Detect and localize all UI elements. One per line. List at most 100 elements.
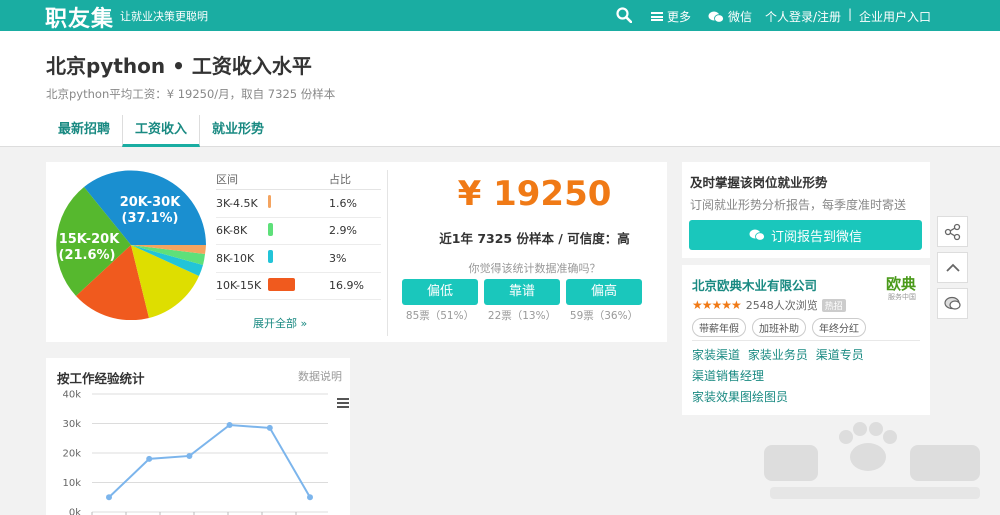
row-range: 6K-8K [216,224,248,238]
page-header: 北京python • 工资收入水平 北京python平均工资：¥ 19250/月… [0,31,1000,147]
data-point[interactable] [226,421,233,428]
pie-label-15k-20k: 15K-20K [59,232,121,247]
y-tick-label: 10k [62,478,81,489]
table-row: 6K-8K 2.9% [216,218,381,245]
benefit-tag: 加班补助 [752,318,806,337]
baidu-jingyan-watermark-icon [764,422,980,499]
tab-bar: 最新招聘 工资收入 就业形势 [46,115,276,147]
vote-low-button[interactable]: 偏低 [402,279,478,305]
table-row: 3K-4.5K 1.6% [216,190,381,218]
data-point[interactable] [307,494,313,501]
row-pct: 1.6% [329,196,357,210]
row-bar [268,222,273,236]
vote-high-count: 59票（36%） [569,310,639,322]
vote-accurate-button[interactable]: 靠谱 [484,279,560,305]
row-pct: 16.9% [329,279,364,293]
company-name-link[interactable]: 北京欧典木业有限公司 [692,275,817,294]
pie-label-15k-20k-pct: (21.6%) [59,248,116,263]
row-pct: 2.9% [329,224,357,238]
expand-all-link[interactable]: 展开全部 » [253,315,307,331]
benefit-tag: 带薪年假 [692,318,746,337]
company-login-link[interactable]: 企业用户入口 [859,8,931,25]
table-row: 10K-15K 16.9% [216,273,381,300]
page-title: 北京python • 工资收入水平 [46,54,312,78]
tab-salary[interactable]: 工资收入 [122,115,201,147]
y-tick-label: 0k [69,508,81,515]
row-bar [268,277,295,291]
wechat-icon [749,229,765,241]
accuracy-question: 你觉得该统计数据准确吗？ [468,262,601,275]
pie-label-20k-30k: 20K-30K [120,195,182,210]
row-pct: 3% [329,251,347,265]
top-bar: 职友集 让就业决策更聪明 更多 微信 个人登录/注册 | 企业用户入口 [0,0,1000,33]
company-job-list: 家装渠道 家装业务员 渠道专员 渠道销售经理 家装效果图绘图员 [692,345,868,408]
wechat-icon [708,11,724,23]
vote-accurate-count: 22票（13%） [487,310,557,322]
row-range: 3K-4.5K [216,196,258,210]
subscribe-title: 及时掌握该岗位就业形势 [690,175,828,190]
company-logo[interactable]: 欧典 [886,273,916,294]
more-menu-button[interactable]: 更多 [651,8,691,25]
sample-info: 近1年 7325 份样本 / 可信度：高 [439,231,630,246]
page-subtitle: 北京python平均工资：¥ 19250/月，取自 7325 份样本 [46,87,336,101]
salary-summary-card: 20K-30K (37.1%) 15K-20K (21.6%) 区间 占比 3K… [46,162,667,342]
experience-chart-card: 按工作经验统计 数据说明 40k 30k 20k 10k 0k [46,358,350,515]
more-label: 更多 [667,10,692,24]
benefit-tag: 年终分红 [812,318,866,337]
wechat-label: 微信 [728,10,753,24]
row-range: 8K-10K [216,251,255,265]
chat-bubble-icon [943,296,961,310]
hot-badge: 热招 [821,298,846,312]
site-slogan: 让就业决策更聪明 [120,10,208,23]
site-logo[interactable]: 职友集 [45,1,114,33]
row-bar [268,250,273,264]
table-row: 8K-10K 3% [216,245,381,273]
table-header: 区间 占比 [216,168,381,190]
data-point[interactable] [266,424,273,431]
y-tick-label: 30k [62,419,81,430]
col-header-range: 区间 [216,172,238,186]
y-tick-label: 20k [62,449,81,460]
data-point[interactable] [106,494,112,501]
vote-high-button[interactable]: 偏高 [566,279,642,305]
subscribe-card: 及时掌握该岗位就业形势 订阅就业形势分析报告，每季度准时寄送 订阅报告到微信 [682,162,930,258]
row-range: 10K-15K [216,279,262,293]
data-point[interactable] [186,452,193,459]
card-divider [387,170,388,336]
col-header-pct: 占比 [329,172,351,186]
back-to-top-button[interactable] [937,252,968,283]
job-link[interactable]: 家装渠道 [692,348,740,362]
tab-employment-trend[interactable]: 就业形势 [200,115,276,147]
company-logo-sub: 服务中国 [888,293,916,301]
subscribe-wechat-button[interactable]: 订阅报告到微信 [689,220,922,250]
wechat-button[interactable]: 微信 [708,8,752,25]
share-icon [944,223,960,240]
experience-line-chart: 40k 30k 20k 10k 0k [62,390,328,515]
vote-low-count: 85票（51%） [405,310,475,322]
y-tick-label: 40k [62,390,81,401]
pie-label-20k-30k-pct: (37.1%) [122,211,179,226]
search-icon[interactable] [616,7,632,23]
row-bar [268,195,271,209]
company-card: 北京欧典木业有限公司 欧典 服务中国 ★★★★★ 2548人次浏览 热招 带薪年… [682,265,930,415]
company-tags: 带薪年假 加班补助 年终分红 [692,318,866,337]
share-button[interactable] [937,216,968,247]
subscribe-button-label: 订阅报告到微信 [770,229,862,245]
chevron-up-icon [945,263,960,272]
series-line [108,423,311,498]
company-views: 2548人次浏览 [745,299,818,312]
job-link[interactable]: 渠道销售经理 [692,369,764,383]
tab-latest-jobs[interactable]: 最新招聘 [46,115,122,147]
rating-stars: ★★★★★ [692,298,742,312]
personal-login-link[interactable]: 个人登录/注册 [765,8,841,25]
job-link[interactable]: 家装业务员 [748,348,808,362]
job-link[interactable]: 家装效果图绘图员 [692,390,788,404]
company-divider [692,340,920,341]
data-point[interactable] [146,455,153,462]
feedback-button[interactable] [937,288,968,319]
subscribe-desc: 订阅就业形势分析报告，每季度准时寄送 [690,198,907,212]
job-link[interactable]: 渠道专员 [816,348,864,362]
menu-icon [651,12,663,21]
salary-distribution-table: 区间 占比 3K-4.5K 1.6% 6K-8K 2.9% 8K-10K 3% … [216,168,381,300]
average-salary: ¥ 19250 [457,174,612,214]
